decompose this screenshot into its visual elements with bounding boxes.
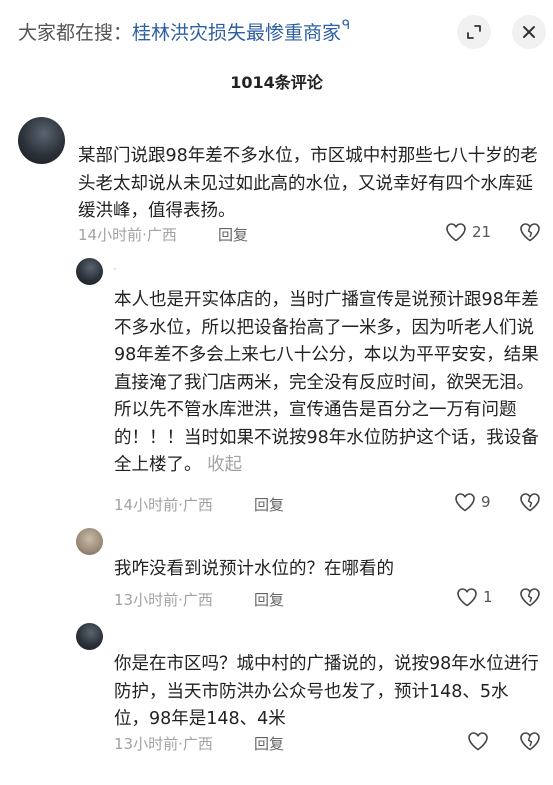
- like-button[interactable]: 21: [444, 220, 491, 244]
- comment-time-location: 14小时前·广西: [114, 496, 213, 514]
- comment-time-location: 13小时前·广西: [114, 735, 213, 753]
- avatar[interactable]: [76, 528, 103, 555]
- dislike-icon[interactable]: [518, 585, 542, 609]
- comment-count: 1014条评论: [230, 73, 323, 92]
- avatar[interactable]: [76, 623, 103, 650]
- top-bar: 大家都在搜：桂林洪灾损失最惨重商家ᑫ: [0, 0, 553, 64]
- reply-button[interactable]: 回复: [254, 589, 284, 610]
- expand-button[interactable]: [457, 15, 491, 49]
- like-count: 1: [483, 588, 493, 606]
- like-count: 9: [481, 493, 491, 511]
- heart-icon: [446, 223, 466, 242]
- comment-text: 某部门说跟98年差不多水位，市区城中村那些七八十岁的老头老太却说从未见过如此高的…: [78, 146, 538, 221]
- avatar[interactable]: [18, 117, 65, 164]
- like-button[interactable]: 9: [453, 490, 491, 514]
- avatar[interactable]: [76, 258, 103, 285]
- collapse-button[interactable]: 收起: [207, 455, 242, 475]
- expand-icon: [467, 25, 481, 39]
- like-count: 21: [472, 223, 492, 241]
- like-button[interactable]: 1: [455, 585, 493, 609]
- comment-text: 你是在市区吗？城中村的广播说的，说按98年水位进行防护，当天市防洪办公众号也发了…: [114, 654, 539, 729]
- search-keyword[interactable]: 桂林洪灾损失最惨重商家: [132, 22, 341, 44]
- comment-time-location: 14小时前·广西: [78, 226, 177, 244]
- dislike-icon[interactable]: [518, 490, 542, 514]
- comment-text: 我咋没看到说预计水位的？在哪看的: [114, 559, 394, 579]
- comment-text: 本人也是开实体店的，当时广播宣传是说预计跟98年差不多水位，所以把设备抬高了一米…: [114, 287, 539, 480]
- dislike-icon[interactable]: [518, 220, 542, 244]
- search-prefix: 大家都在搜：: [18, 22, 133, 44]
- username[interactable]: ·: [113, 262, 117, 276]
- reply-button[interactable]: 回复: [254, 733, 284, 754]
- close-button[interactable]: [512, 15, 546, 49]
- like-button[interactable]: [466, 729, 494, 753]
- reply-button[interactable]: 回复: [254, 494, 284, 515]
- reply-button[interactable]: 回复: [218, 224, 248, 245]
- comment-time-location: 13小时前·广西: [114, 591, 213, 609]
- comment-text-body: 本人也是开实体店的，当时广播宣传是说预计跟98年差不多水位，所以把设备抬高了一米…: [114, 290, 539, 475]
- close-icon: [523, 26, 535, 38]
- dislike-icon[interactable]: [518, 729, 542, 753]
- search-suggestion[interactable]: 大家都在搜：桂林洪灾损失最惨重商家ᑫ: [18, 18, 350, 45]
- heart-icon: [468, 732, 488, 751]
- heart-icon: [455, 493, 475, 512]
- search-icon: ᑫ: [342, 18, 351, 33]
- heart-icon: [457, 588, 477, 607]
